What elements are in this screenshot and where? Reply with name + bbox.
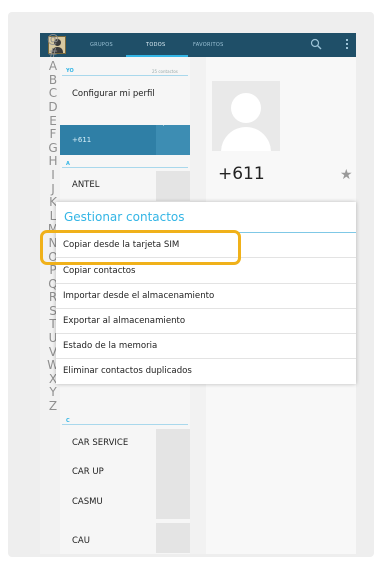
- index-letter[interactable]: E: [46, 114, 60, 129]
- action-bar: GRUPOS TODOS FAVORITOS: [40, 33, 356, 57]
- contact-thumbnail: [156, 429, 190, 459]
- index-letter[interactable]: G: [46, 141, 60, 156]
- menu-item-import-storage[interactable]: Importar desde el almacenamiento: [56, 284, 356, 309]
- section-divider: [62, 424, 188, 425]
- detail-contact-name: +611: [218, 164, 265, 184]
- selected-contact-label: +611: [72, 136, 92, 144]
- tab-favoritos[interactable]: FAVORITOS: [193, 42, 224, 48]
- list-item-cau[interactable]: CAU: [72, 536, 90, 546]
- section-divider: [62, 167, 188, 168]
- contact-thumbnail: [156, 171, 190, 201]
- my-profile-item[interactable]: Configurar mi perfil: [72, 89, 155, 99]
- list-item-antel[interactable]: ANTEL: [72, 180, 99, 190]
- index-letter[interactable]: A: [46, 60, 60, 74]
- contacts-count: 25 contactos: [152, 69, 178, 74]
- contact-thumbnail: [156, 125, 190, 155]
- dialog-title: Gestionar contactos: [64, 210, 185, 224]
- manage-contacts-dialog: Gestionar contactos Copiar desde la tarj…: [56, 202, 356, 384]
- contact-thumbnail: [156, 459, 190, 489]
- overflow-menu-icon[interactable]: [346, 39, 349, 51]
- list-item-casmu[interactable]: CASMU: [72, 497, 103, 507]
- list-item-car-up[interactable]: CAR UP: [72, 467, 104, 477]
- index-letter[interactable]: H: [46, 155, 60, 169]
- index-letter[interactable]: @: [46, 32, 60, 47]
- menu-item-copy-from-sim[interactable]: Copiar desde la tarjeta SIM: [56, 233, 356, 258]
- menu-item-export-storage[interactable]: Exportar al almacenamiento: [56, 309, 356, 334]
- index-letter[interactable]: D: [46, 100, 60, 115]
- menu-item-copy-contacts[interactable]: Copiar contactos: [56, 259, 356, 284]
- index-letter[interactable]: J: [46, 182, 60, 197]
- contact-thumbnail: [156, 489, 190, 519]
- index-letter[interactable]: B: [46, 73, 60, 88]
- menu-item-remove-duplicates[interactable]: Eliminar contactos duplicados: [56, 359, 356, 384]
- selection-pointer: [157, 112, 164, 126]
- index-letter[interactable]: Y: [46, 386, 60, 400]
- menu-item-memory-status[interactable]: Estado de la memoria: [56, 334, 356, 359]
- index-letter[interactable]: C: [46, 87, 60, 101]
- index-letter[interactable]: F: [46, 128, 60, 142]
- index-letter[interactable]: #: [46, 46, 60, 61]
- favorite-star-icon[interactable]: ★: [340, 167, 353, 183]
- contact-thumbnail: [156, 523, 190, 553]
- section-header-yo: YO: [66, 68, 74, 74]
- index-letter[interactable]: Z: [46, 399, 60, 414]
- contact-avatar: [212, 81, 280, 151]
- tab-todos[interactable]: TODOS: [146, 42, 165, 48]
- index-letter[interactable]: I: [46, 168, 60, 183]
- search-icon[interactable]: [310, 38, 322, 50]
- tab-grupos[interactable]: GRUPOS: [90, 42, 113, 48]
- section-divider: [62, 75, 188, 76]
- list-item-car-service[interactable]: CAR SERVICE: [72, 438, 128, 448]
